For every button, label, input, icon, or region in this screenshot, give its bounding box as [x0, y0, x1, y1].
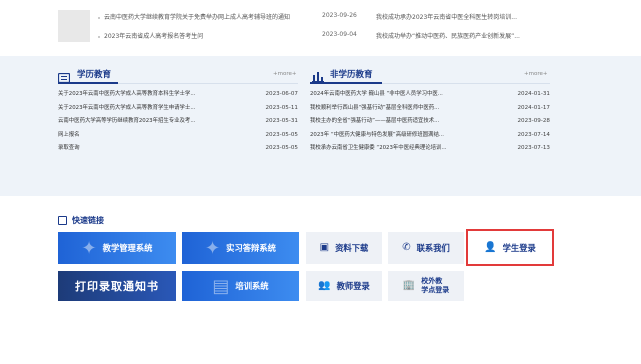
news-thumbnail[interactable]: [58, 10, 90, 42]
news-date: 2023-09-26: [322, 12, 357, 19]
list-item[interactable]: 我校主办的全省“强基行动”——基层中医药适宜技术... 2023-09-28: [310, 117, 550, 126]
list-item[interactable]: 我校承办云南省卫生健康委 “2023年中医经典理论培训... 2023-07-13: [310, 144, 550, 153]
user-icon: 👤: [484, 241, 497, 253]
section-accent-line: [58, 82, 118, 84]
phone-icon: ✆: [402, 242, 411, 253]
list-item[interactable]: 录取查询 2023-05-05: [58, 144, 298, 153]
teacher-login-button[interactable]: 👥 教师登录: [306, 271, 382, 301]
non-academic-more-link[interactable]: +more+: [524, 71, 547, 77]
list-item[interactable]: 2023年 “中医药大健康与特色发展”高级研修班圆满结... 2023-07-14: [310, 131, 550, 140]
offsite-teaching-point-login-button[interactable]: 🏢 校外教 学点登录: [388, 271, 464, 301]
list-item[interactable]: 云南中医药大学高等学历继续教育2023年招生专业及考... 2023-05-31: [58, 117, 298, 126]
news-item-right[interactable]: 我校成功承办2023年云南省中医全科医生转岗培训...: [376, 12, 546, 21]
news-item-right[interactable]: 我校成功举办“推动中医药、民族医药产业创新发展”...: [376, 31, 546, 40]
academic-news-list: 关于2023年云南中医药大学成人高等教育本科生学士学... 2023-06-07 …: [58, 90, 298, 158]
training-system-button[interactable]: ▤ 培训系统: [182, 271, 299, 301]
news-date: 2023-09-04: [322, 31, 357, 38]
academic-section-title: 学历教育: [77, 70, 112, 80]
internship-defense-button[interactable]: ✦ 实习答辩系统: [182, 232, 299, 264]
contact-us-button[interactable]: ✆ 联系我们: [388, 232, 464, 264]
print-admission-notice-button[interactable]: 打印录取通知书: [58, 271, 176, 301]
list-item[interactable]: 关于2023年云南中医药大学成人高等教育学生申请学士... 2023-05-11: [58, 104, 298, 113]
download-materials-button[interactable]: ▣ 资料下载: [306, 232, 382, 264]
teacher-icon: 👥: [318, 280, 331, 291]
news-item[interactable]: 云南中医药大学继续教育学院关于免费举办网上成人高考辅导班的通知: [98, 12, 308, 21]
bullet-icon: [98, 16, 100, 19]
bullet-icon: [98, 35, 100, 38]
quick-links-title: 快速链接: [72, 216, 104, 225]
non-academic-news-list: 2024年云南中医药大学 巍山县 “非中医人员学习中医... 2024-01-31…: [310, 90, 550, 158]
monitor-icon: ▣: [319, 242, 330, 253]
people-icon: ✦: [205, 237, 221, 259]
people-icon: ✦: [81, 237, 97, 259]
screen-icon: ▤: [212, 275, 230, 297]
section-accent-line: [310, 82, 382, 84]
teaching-management-button[interactable]: ✦ 教学管理系统: [58, 232, 176, 264]
list-item[interactable]: 关于2023年云南中医药大学成人高等教育本科生学士学... 2023-06-07: [58, 90, 298, 99]
student-login-button[interactable]: 👤 学生登录: [466, 229, 554, 266]
link-icon: [58, 216, 67, 225]
list-item[interactable]: 2024年云南中医药大学 巍山县 “非中医人员学习中医... 2024-01-31: [310, 90, 550, 99]
building-icon: 🏢: [402, 280, 416, 291]
academic-more-link[interactable]: +more+: [273, 71, 296, 77]
book-icon: [57, 68, 71, 87]
list-item[interactable]: 网上报名 2023-05-05: [58, 131, 298, 140]
non-academic-section-title: 非学历教育: [330, 70, 373, 80]
list-item[interactable]: 我校顺利举行西山县“强基行动”基层全科医师中医药... 2024-01-17: [310, 104, 550, 113]
top-news-area: [0, 0, 641, 55]
news-item[interactable]: 2023年云南省成人高考报名答考生问: [98, 31, 308, 40]
